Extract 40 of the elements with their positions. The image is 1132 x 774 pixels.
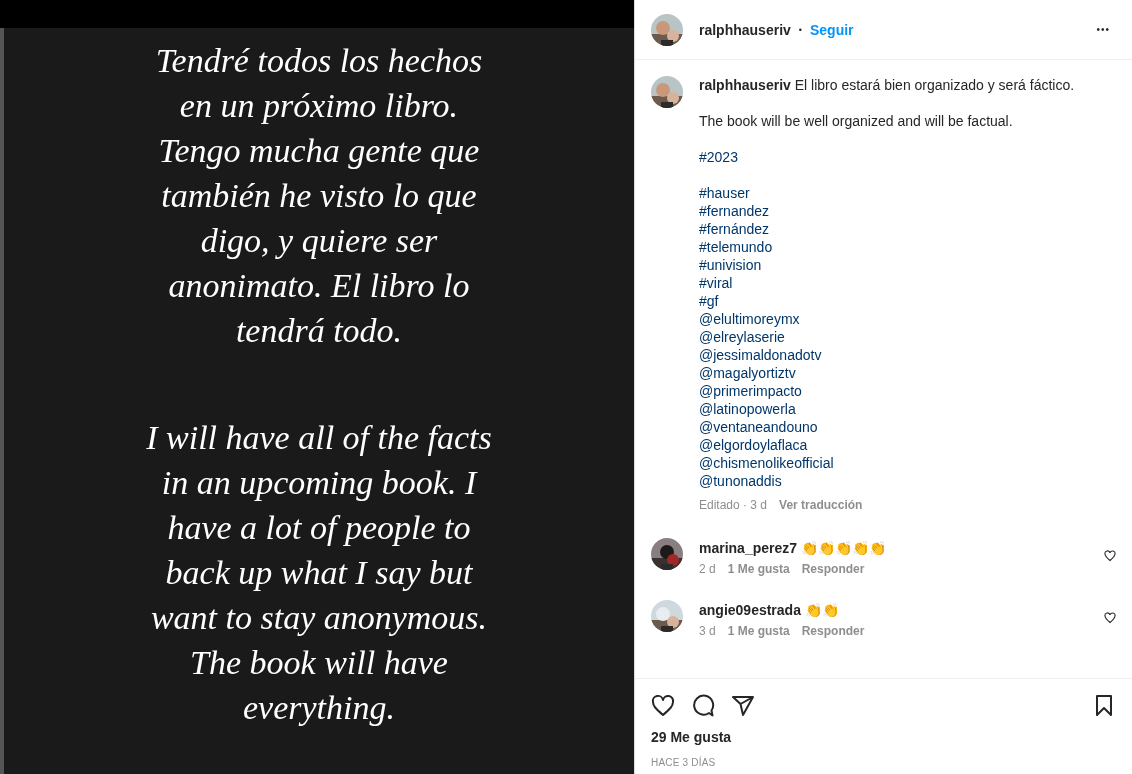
hashtag-link[interactable]: #hauser — [699, 184, 1075, 202]
mention-link[interactable]: @primerimpacto — [699, 382, 1075, 400]
hashtag-link[interactable]: #fernandez — [699, 202, 1075, 220]
comment-text: 👏👏👏👏👏 — [801, 540, 887, 556]
username[interactable]: ralphhauseriv — [699, 21, 791, 38]
mention-link[interactable]: @tunonaddis — [699, 472, 1075, 490]
likes-count[interactable]: 29 Me gusta — [651, 729, 1116, 745]
heart-icon[interactable] — [1104, 550, 1116, 562]
mention-link[interactable]: @chismenolikeofficial — [699, 454, 1075, 472]
mention-link[interactable]: @magalyortiztv — [699, 364, 1075, 382]
more-button[interactable]: ••• — [1090, 23, 1116, 36]
comment-age: 3 d — [699, 624, 716, 638]
caption-translation: The book will be well organized and will be factual. — [699, 112, 1014, 130]
story-text: Tendré todos los hechos en un próximo libro. Tengo mucha gente que también he visto lo que digo, y quiere ser anonimato. El libro lo tendrá todo. — [155, 41, 483, 351]
comment-username[interactable]: angie09estrada — [699, 602, 801, 618]
mention-link[interactable]: @latinopowerla — [699, 400, 1075, 418]
comment-username[interactable]: marina_perez7 — [699, 540, 798, 556]
mention-link[interactable]: @ventaneandouno — [699, 418, 1075, 436]
share-icon[interactable] — [731, 694, 755, 718]
username[interactable]: ralphhauseriv — [699, 77, 791, 93]
heart-icon[interactable] — [1104, 612, 1116, 624]
hashtag-link[interactable]: #viral — [699, 274, 1075, 292]
hashtag-link[interactable]: #univision — [699, 256, 1075, 274]
comment-icon[interactable] — [691, 694, 715, 718]
hashtag-link[interactable]: #telemundo — [699, 238, 1075, 256]
mention-link[interactable]: @elgordoylaflaca — [699, 436, 1075, 454]
hashtag-link[interactable]: #gf — [699, 292, 1075, 310]
heart-icon[interactable] — [651, 694, 675, 718]
mention-link[interactable]: @elultimoreymx — [699, 310, 1075, 328]
mention-link[interactable]: @jessimaldonadotv — [699, 346, 1075, 364]
caption-text: ralphhauseriv El libro estará bien organizado y será fáctico. — [699, 76, 1075, 94]
comment-age: 2 d — [699, 562, 716, 576]
edited-time: Editado · 3 d — [699, 497, 768, 514]
story-text: I will have all of the facts in an upcoming book. I have a lot of people to back up what I say but want to stay anonymous. The book will have everything. — [146, 418, 492, 728]
hashtag-link[interactable]: #fernández — [699, 220, 1075, 238]
mention-link[interactable]: @elreylaserie — [699, 328, 1075, 346]
post-date: HACE 3 DÍAS — [651, 757, 717, 768]
comment-text: 👏👏 — [804, 602, 839, 618]
hashtag-link[interactable]: #2023 — [699, 148, 1075, 166]
separator: • — [798, 24, 802, 35]
